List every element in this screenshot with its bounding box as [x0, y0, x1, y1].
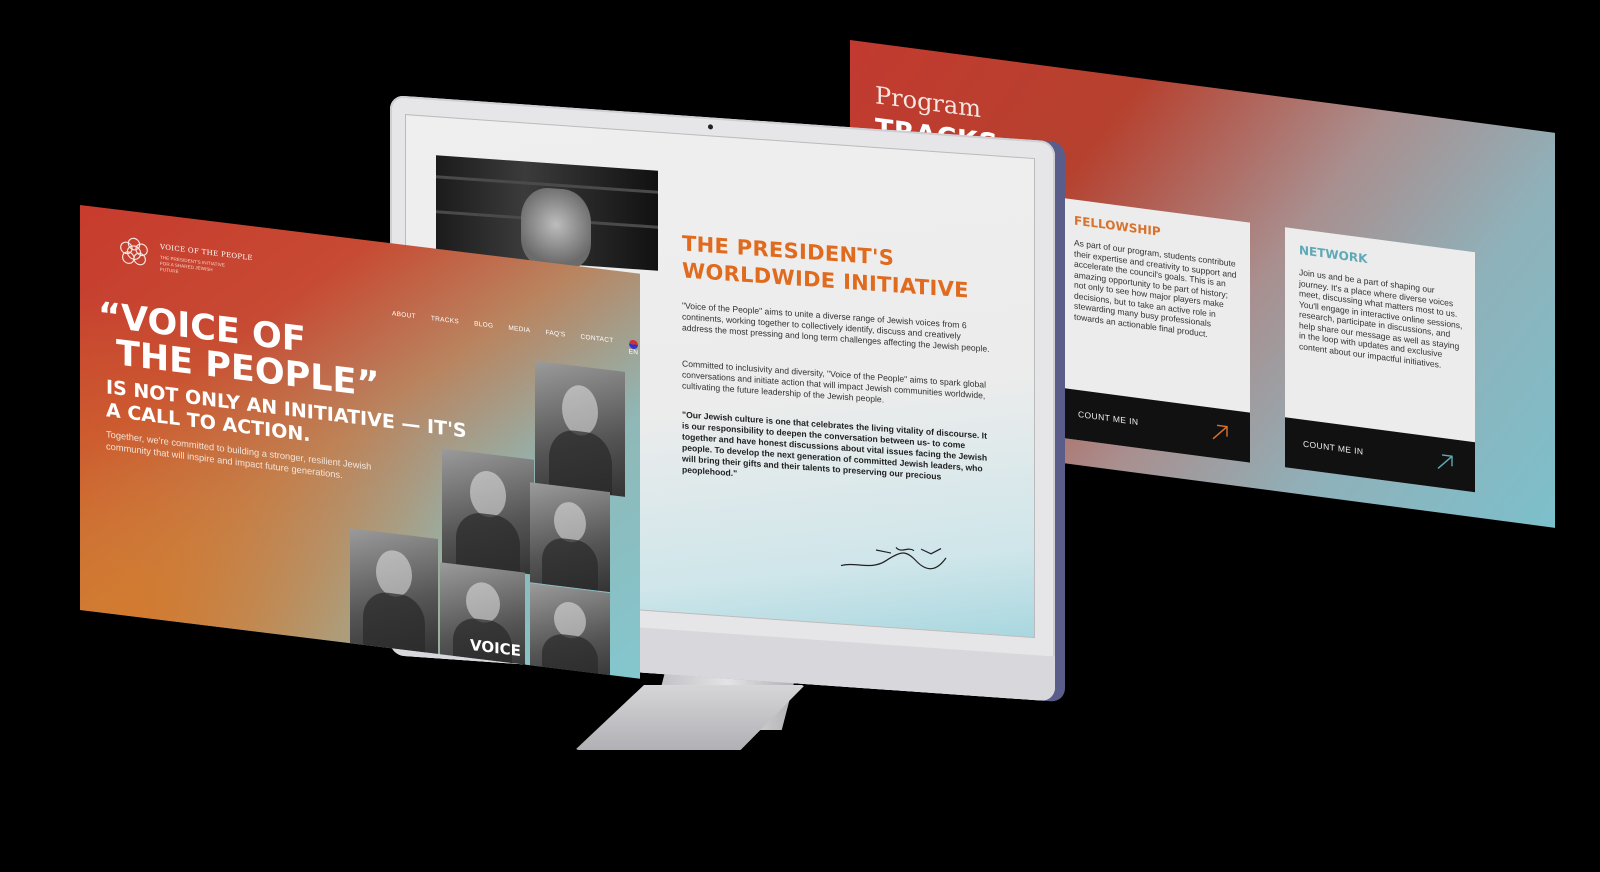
- arrow-up-right-icon: [1212, 424, 1228, 440]
- nav-item-contact[interactable]: CONTACT: [581, 333, 614, 353]
- nav-item-tracks[interactable]: TRACKS: [431, 315, 459, 334]
- signature-icon: [840, 546, 947, 570]
- track-description: As part of our program, students contrib…: [1074, 237, 1237, 339]
- logo-icon: [120, 237, 148, 266]
- count-me-in-label: COUNT ME IN: [1078, 409, 1139, 427]
- historic-portrait-photo: [350, 528, 438, 654]
- mission-paragraph: Committed to inclusivity and diversity, …: [682, 358, 986, 405]
- count-me-in-button[interactable]: COUNT ME IN: [1060, 387, 1250, 463]
- nav-item-media[interactable]: MEDIA: [508, 325, 530, 344]
- track-description: Join us and be a part of shaping our jou…: [1299, 267, 1463, 370]
- intro-paragraph: "Voice of the People" aims to unite a di…: [682, 300, 990, 354]
- nav-item-about[interactable]: ABOUT: [392, 310, 416, 329]
- language-label: EN: [628, 348, 639, 357]
- hero-panel: VOICE OF THE PEOPLE THE PRESIDENT'S INIT…: [80, 205, 640, 679]
- nav-item-faqs[interactable]: FAQ'S: [545, 329, 565, 347]
- track-card-fellowship: FELLOWSHIP As part of our program, stude…: [1060, 197, 1250, 463]
- count-me-in-button[interactable]: COUNT ME IN: [1285, 417, 1475, 493]
- camera-icon: [708, 124, 713, 130]
- track-name: FELLOWSHIP: [1074, 213, 1161, 239]
- count-me-in-label: COUNT ME IN: [1303, 438, 1364, 457]
- arrow-up-right-icon: [1437, 454, 1453, 469]
- speaker-photo: [442, 448, 534, 575]
- track-name: NETWORK: [1299, 243, 1368, 267]
- nav-item-blog[interactable]: BLOG: [474, 320, 493, 338]
- monitor-stand-base: [575, 685, 805, 750]
- logo-subtitle: THE PRESIDENT'S INITIATIVE FOR A SHARED …: [160, 254, 225, 275]
- language-selector[interactable]: EN: [628, 339, 640, 357]
- page-title: THE PRESIDENT'S WORLDWIDE INITIATIVE: [682, 230, 969, 304]
- historic-portrait-photo: [530, 583, 610, 679]
- president-quote: "Our Jewish culture is one that celebrat…: [682, 409, 988, 482]
- track-card-network: NETWORK Join us and be a part of shaping…: [1285, 227, 1475, 493]
- speaker-photo: [535, 360, 625, 497]
- historic-portrait-photo: [530, 482, 610, 593]
